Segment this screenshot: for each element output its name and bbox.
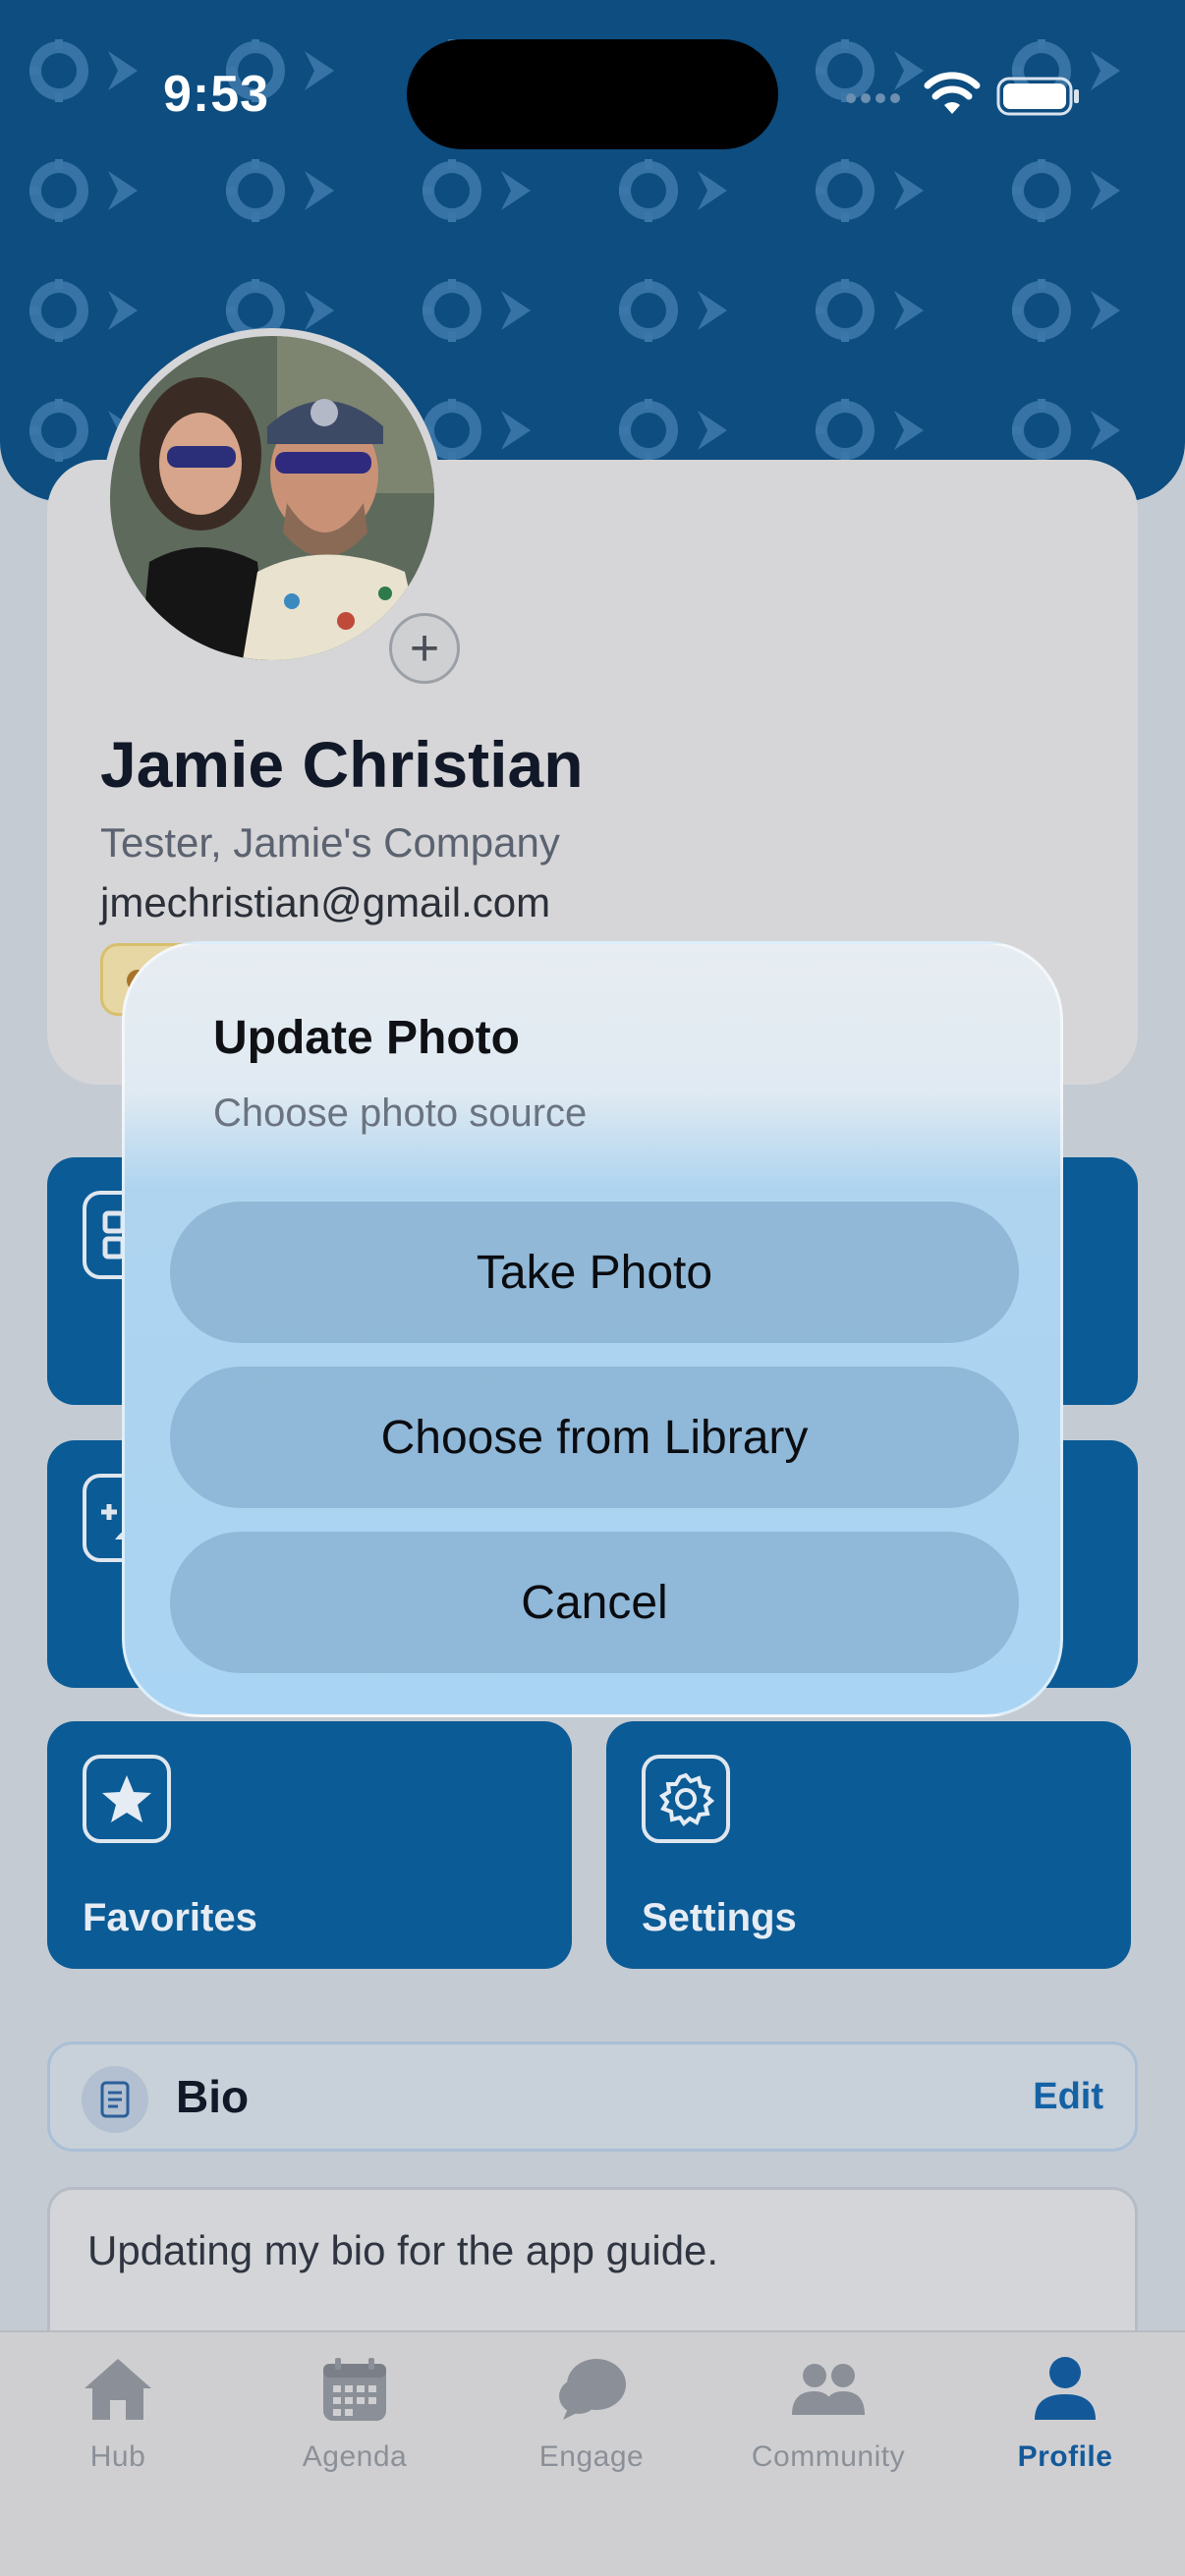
tab-label: Engage xyxy=(538,2440,645,2473)
wifi-icon xyxy=(924,72,981,114)
tile-favorites[interactable]: Favorites xyxy=(47,1721,572,1969)
cancel-button[interactable]: Cancel xyxy=(170,1532,1019,1673)
tab-label: Agenda xyxy=(302,2440,408,2473)
tab-profile[interactable]: Profile xyxy=(947,2352,1183,2480)
tile-settings[interactable]: Settings xyxy=(606,1721,1131,1969)
profile-role: Tester, Jamie's Company xyxy=(100,819,560,866)
avatar[interactable] xyxy=(102,328,442,668)
star-icon xyxy=(83,1755,171,1843)
update-photo-dialog: Update Photo Choose photo source Take Ph… xyxy=(122,941,1063,1717)
battery-icon xyxy=(996,77,1079,116)
choose-from-library-button[interactable]: Choose from Library xyxy=(170,1367,1019,1508)
tab-label: Community xyxy=(751,2440,906,2473)
tab-label: Profile xyxy=(1017,2440,1113,2473)
avatar-photo xyxy=(110,336,434,660)
bio-section-header: Bio Edit xyxy=(47,2042,1138,2152)
profile-name: Jamie Christian xyxy=(100,728,584,801)
home-icon xyxy=(83,2352,153,2427)
bio-edit-button[interactable]: Edit xyxy=(1033,2076,1103,2118)
calendar-icon xyxy=(321,2352,388,2427)
tab-engage[interactable]: Engage xyxy=(474,2352,709,2480)
document-icon xyxy=(82,2066,148,2133)
status-bar: 9:53 xyxy=(0,0,1185,187)
chat-bubble-icon xyxy=(555,2352,628,2427)
dialog-title: Update Photo xyxy=(213,1012,520,1064)
take-photo-button[interactable]: Take Photo xyxy=(170,1202,1019,1343)
people-icon xyxy=(790,2352,867,2427)
gear-icon xyxy=(642,1755,730,1843)
tab-label: Hub xyxy=(89,2440,146,2473)
add-photo-button[interactable]: + xyxy=(389,613,460,684)
plus-icon: + xyxy=(409,620,440,677)
status-time: 9:53 xyxy=(163,66,270,123)
dynamic-island xyxy=(407,39,778,149)
tile-label: Favorites xyxy=(83,1896,257,1939)
dialog-subtitle: Choose photo source xyxy=(213,1092,588,1135)
profile-email: jmechristian@gmail.com xyxy=(100,879,551,925)
cellular-signal-icon xyxy=(846,93,900,103)
bio-text: Updating my bio for the app guide. xyxy=(87,2227,719,2273)
person-icon xyxy=(1033,2352,1098,2427)
tab-agenda[interactable]: Agenda xyxy=(237,2352,473,2480)
tile-label: Settings xyxy=(642,1896,797,1939)
bio-title: Bio xyxy=(176,2071,250,2122)
tab-bar: Hub Agenda Engage Community Profile xyxy=(0,2330,1185,2576)
tab-community[interactable]: Community xyxy=(710,2352,946,2480)
tab-hub[interactable]: Hub xyxy=(0,2352,236,2480)
